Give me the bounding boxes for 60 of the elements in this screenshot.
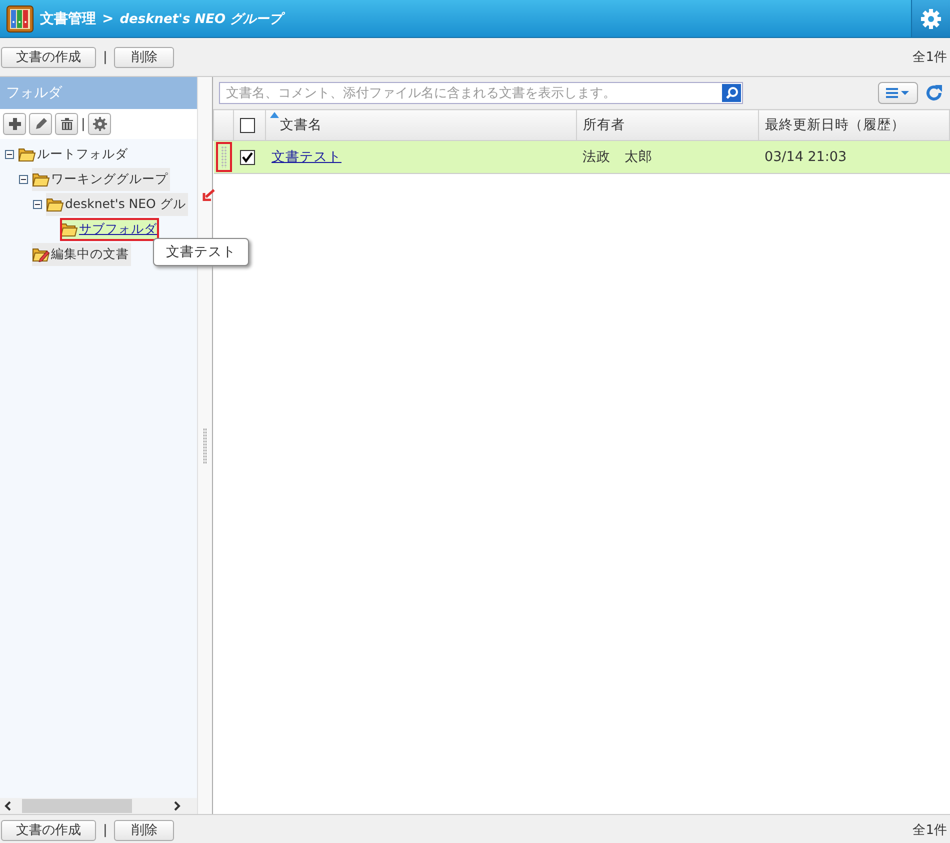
document-link[interactable]: 文書テスト <box>272 149 342 165</box>
column-header[interactable]: 最終更新日時（履歴） <box>758 110 950 140</box>
tree-item[interactable]: desknet's NEO グル <box>46 193 188 216</box>
table-cell: 03/14 21:03 <box>758 140 950 174</box>
folder-icon <box>32 172 50 187</box>
create-button[interactable]: 文書の作成 <box>1 46 96 68</box>
app-title: 文書管理 <box>40 10 96 28</box>
edit-button[interactable] <box>29 113 52 135</box>
collapse-toggle[interactable] <box>5 150 14 159</box>
scroll-right-icon[interactable] <box>173 801 181 811</box>
trash-icon <box>60 117 74 131</box>
check-icon <box>240 150 254 164</box>
search-button[interactable] <box>722 84 741 102</box>
table-cell: 法政 太郎 <box>576 140 758 174</box>
view-menu-button[interactable] <box>878 82 918 104</box>
separator: | <box>103 822 108 838</box>
tree-item[interactable]: サブフォルダ <box>60 218 159 241</box>
delete-button[interactable]: 削除 <box>114 820 174 840</box>
drop-arrow-icon <box>202 189 215 201</box>
binders-icon <box>6 4 34 32</box>
tree-item[interactable]: 編集中の文書 <box>32 243 131 266</box>
item-count: 全1件 <box>912 49 947 66</box>
create-button[interactable]: 文書の作成 <box>1 820 96 840</box>
separator: | <box>103 50 108 64</box>
row-checkbox[interactable] <box>240 150 254 165</box>
sort-ascending-icon <box>270 112 279 118</box>
add-button[interactable] <box>3 113 26 135</box>
column-header[interactable]: 文書名 <box>266 110 576 140</box>
settings-button[interactable] <box>911 0 950 37</box>
folder-icon <box>60 222 78 237</box>
separator: | <box>81 116 86 132</box>
select-all-checkbox[interactable] <box>240 118 255 133</box>
refresh-icon <box>924 83 944 103</box>
plus-icon <box>8 117 22 131</box>
gear-icon <box>92 117 107 131</box>
list-caret-icon <box>886 88 910 98</box>
folder-panel-title: フォルダ <box>0 77 197 109</box>
item-count: 全1件 <box>912 822 947 839</box>
tree-item[interactable]: ルートフォルダ <box>18 143 130 166</box>
delete-button[interactable]: 削除 <box>114 46 174 68</box>
drag-handle[interactable] <box>216 142 232 172</box>
delete-folder-button[interactable] <box>55 113 78 135</box>
search-field[interactable]: 文書名、コメント、添付ファイル名に含まれる文書を表示します。 <box>219 82 743 104</box>
folder-icon <box>46 197 64 212</box>
group-name: desknet's NEO グループ <box>120 10 282 28</box>
drag-preview: 文書テスト <box>153 238 249 266</box>
folder-icon <box>18 147 36 162</box>
breadcrumb-separator: > <box>102 10 114 26</box>
search-icon <box>724 86 738 100</box>
settings-button[interactable] <box>88 113 112 135</box>
horizontal-scrollbar[interactable] <box>0 798 197 814</box>
scroll-left-icon[interactable] <box>4 801 12 811</box>
collapse-toggle[interactable] <box>19 175 28 184</box>
collapse-toggle[interactable] <box>33 200 42 209</box>
refresh-button[interactable] <box>924 83 944 103</box>
column-header[interactable]: 所有者 <box>576 110 758 140</box>
folder-pencil-icon <box>32 247 50 262</box>
settings-icon <box>920 8 942 30</box>
tree-item[interactable]: ワーキンググループ <box>32 168 170 191</box>
pencil-icon <box>34 117 48 131</box>
